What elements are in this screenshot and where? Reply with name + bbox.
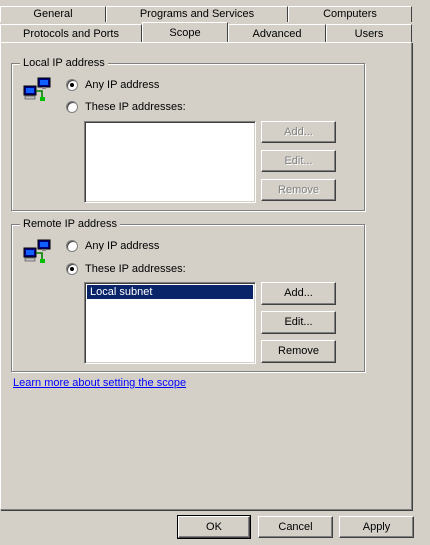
- remote-any-ip-label[interactable]: Any IP address: [85, 239, 159, 253]
- local-edit-button[interactable]: Edit...: [261, 150, 336, 172]
- local-ip-listbox[interactable]: [84, 121, 256, 203]
- local-these-ip-label[interactable]: These IP addresses:: [85, 100, 186, 114]
- remote-these-ip-radio[interactable]: [66, 263, 78, 275]
- cancel-button[interactable]: Cancel: [258, 516, 333, 538]
- tab-programs-and-services[interactable]: Programs and Services: [106, 6, 288, 22]
- local-these-ip-radio[interactable]: [66, 101, 78, 113]
- remote-ip-listbox[interactable]: Local subnet: [84, 282, 256, 364]
- local-ip-legend: Local IP address: [20, 56, 108, 70]
- tab-protocols-and-ports[interactable]: Protocols and Ports: [0, 24, 142, 42]
- remote-edit-button[interactable]: Edit...: [261, 311, 336, 334]
- tab-users[interactable]: Users: [326, 24, 412, 42]
- remote-any-ip-radio[interactable]: [66, 240, 78, 252]
- remote-add-button[interactable]: Add...: [261, 282, 336, 305]
- tab-computers[interactable]: Computers: [288, 6, 412, 22]
- local-any-ip-radio[interactable]: [66, 79, 78, 91]
- tab-general[interactable]: General: [0, 6, 106, 22]
- ok-button[interactable]: OK: [177, 515, 251, 539]
- apply-button[interactable]: Apply: [339, 516, 414, 538]
- network-computers-icon: [23, 77, 51, 101]
- remote-these-ip-label[interactable]: These IP addresses:: [85, 262, 186, 276]
- tab-scope[interactable]: Scope: [142, 22, 228, 42]
- local-add-button[interactable]: Add...: [261, 121, 336, 143]
- local-remove-button[interactable]: Remove: [261, 179, 336, 201]
- learn-more-link[interactable]: Learn more about setting the scope: [13, 376, 186, 390]
- list-item[interactable]: Local subnet: [87, 285, 253, 299]
- local-any-ip-label[interactable]: Any IP address: [85, 78, 159, 92]
- network-computers-icon: [23, 239, 51, 263]
- remote-ip-legend: Remote IP address: [20, 217, 120, 231]
- tab-advanced[interactable]: Advanced: [228, 24, 326, 42]
- remote-remove-button[interactable]: Remove: [261, 340, 336, 363]
